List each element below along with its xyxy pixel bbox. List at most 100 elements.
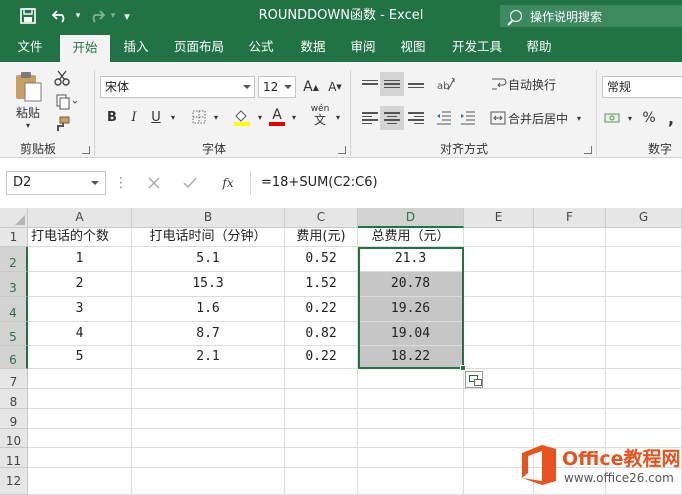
clipboard-launcher-icon[interactable]: [82, 146, 90, 154]
cell-b3[interactable]: 15.3: [132, 272, 285, 297]
row-header-12[interactable]: 12: [0, 468, 28, 495]
cell-b5[interactable]: 8.7: [132, 322, 285, 346]
cell-b11[interactable]: [132, 448, 285, 468]
increase-indent-icon[interactable]: [456, 106, 480, 130]
cell-d11[interactable]: [358, 448, 464, 468]
cell-e9[interactable]: [464, 409, 534, 429]
cut-icon[interactable]: [52, 68, 72, 88]
cell-a5[interactable]: 4: [28, 322, 132, 346]
cell-b12[interactable]: [132, 468, 285, 495]
cell-d2[interactable]: 21.3: [358, 247, 464, 272]
cell-g8[interactable]: [606, 389, 682, 409]
cell-f6[interactable]: [534, 346, 606, 369]
cell-g6[interactable]: [606, 346, 682, 369]
tab-page-layout[interactable]: 页面布局: [166, 32, 232, 62]
cancel-icon[interactable]: [142, 172, 166, 194]
row-header-7[interactable]: 7: [0, 369, 28, 389]
cell-d10[interactable]: [358, 429, 464, 448]
wrap-text-button[interactable]: 自动换行: [508, 72, 558, 96]
cell-g4[interactable]: [606, 297, 682, 322]
cell-d3[interactable]: 20.78: [358, 272, 464, 297]
cell-e6[interactable]: [464, 346, 534, 369]
tab-formulas[interactable]: 公式: [240, 32, 282, 62]
cell-b9[interactable]: [132, 409, 285, 429]
cell-c4[interactable]: 0.22: [285, 297, 358, 322]
cell-b7[interactable]: [132, 369, 285, 389]
bold-button[interactable]: B: [102, 106, 122, 128]
cell-f3[interactable]: [534, 272, 606, 297]
cell-c1[interactable]: 费用(元): [285, 228, 358, 247]
cell-d8[interactable]: [358, 389, 464, 409]
cell-e3[interactable]: [464, 272, 534, 297]
row-header-3[interactable]: 3: [0, 272, 28, 297]
phonetic-button[interactable]: wén 文: [308, 102, 332, 128]
align-middle-icon[interactable]: [380, 72, 404, 96]
column-header-e[interactable]: E: [464, 208, 534, 228]
align-top-icon[interactable]: [358, 72, 382, 96]
cell-b2[interactable]: 5.1: [132, 247, 285, 272]
fill-color-dropdown-icon[interactable]: ▾: [254, 106, 266, 128]
align-left-icon[interactable]: [358, 106, 382, 130]
italic-button[interactable]: I: [124, 106, 144, 128]
cell-g5[interactable]: [606, 322, 682, 346]
column-header-g[interactable]: G: [606, 208, 682, 228]
row-header-1[interactable]: 1: [0, 228, 28, 247]
row-header-5[interactable]: 5: [0, 322, 28, 346]
decrease-font-button[interactable]: A ▼: [324, 76, 346, 98]
cell-d6[interactable]: 18.22: [358, 346, 464, 369]
cell-g3[interactable]: [606, 272, 682, 297]
merge-center-icon[interactable]: [488, 106, 508, 130]
tab-data[interactable]: 数据: [292, 32, 334, 62]
quick-analysis-icon[interactable]: [465, 371, 483, 388]
font-launcher-icon[interactable]: [338, 146, 346, 154]
cell-a11[interactable]: [28, 448, 132, 468]
enter-icon[interactable]: [178, 172, 202, 194]
cell-a12[interactable]: [28, 468, 132, 495]
row-header-8[interactable]: 8: [0, 389, 28, 409]
cell-a10[interactable]: [28, 429, 132, 448]
percent-style-button[interactable]: %: [640, 106, 658, 130]
cell-f9[interactable]: [534, 409, 606, 429]
tab-review[interactable]: 审阅: [342, 32, 384, 62]
column-header-d[interactable]: D: [358, 208, 464, 228]
cell-e2[interactable]: [464, 247, 534, 272]
cell-d12[interactable]: [358, 468, 464, 495]
borders-dropdown-icon[interactable]: ▾: [210, 106, 222, 128]
font-name-select[interactable]: 宋体: [100, 76, 255, 98]
tab-home[interactable]: 开始: [60, 35, 110, 62]
font-color-button[interactable]: A: [266, 106, 288, 128]
merge-dropdown-icon[interactable]: ▾: [572, 106, 586, 130]
copy-icon[interactable]: [52, 92, 80, 112]
cell-f5[interactable]: [534, 322, 606, 346]
cell-g2[interactable]: [606, 247, 682, 272]
cell-c9[interactable]: [285, 409, 358, 429]
insert-function-icon[interactable]: fx: [214, 172, 242, 194]
font-size-select[interactable]: 12: [258, 76, 296, 98]
cell-f8[interactable]: [534, 389, 606, 409]
row-header-9[interactable]: 9: [0, 409, 28, 429]
cell-c8[interactable]: [285, 389, 358, 409]
cell-g7[interactable]: [606, 369, 682, 389]
cell-a8[interactable]: [28, 389, 132, 409]
align-bottom-icon[interactable]: [404, 72, 428, 96]
tab-help[interactable]: 帮助: [518, 32, 560, 62]
row-header-6[interactable]: 6: [0, 346, 28, 369]
cell-c2[interactable]: 0.52: [285, 247, 358, 272]
cell-b6[interactable]: 2.1: [132, 346, 285, 369]
align-right-icon[interactable]: [404, 106, 428, 130]
cell-b10[interactable]: [132, 429, 285, 448]
number-format-select[interactable]: 常规: [602, 76, 682, 98]
cell-e8[interactable]: [464, 389, 534, 409]
currency-icon[interactable]: [602, 106, 622, 130]
tell-me-search[interactable]: 操作说明搜索: [500, 5, 682, 27]
name-box[interactable]: D2: [6, 171, 106, 195]
cell-f2[interactable]: [534, 247, 606, 272]
cell-c7[interactable]: [285, 369, 358, 389]
column-header-a[interactable]: A: [28, 208, 132, 228]
align-center-icon[interactable]: [380, 106, 404, 130]
underline-button[interactable]: U: [146, 106, 166, 128]
cell-e1[interactable]: [464, 228, 534, 247]
cell-a9[interactable]: [28, 409, 132, 429]
cell-e5[interactable]: [464, 322, 534, 346]
borders-icon[interactable]: [188, 106, 210, 128]
